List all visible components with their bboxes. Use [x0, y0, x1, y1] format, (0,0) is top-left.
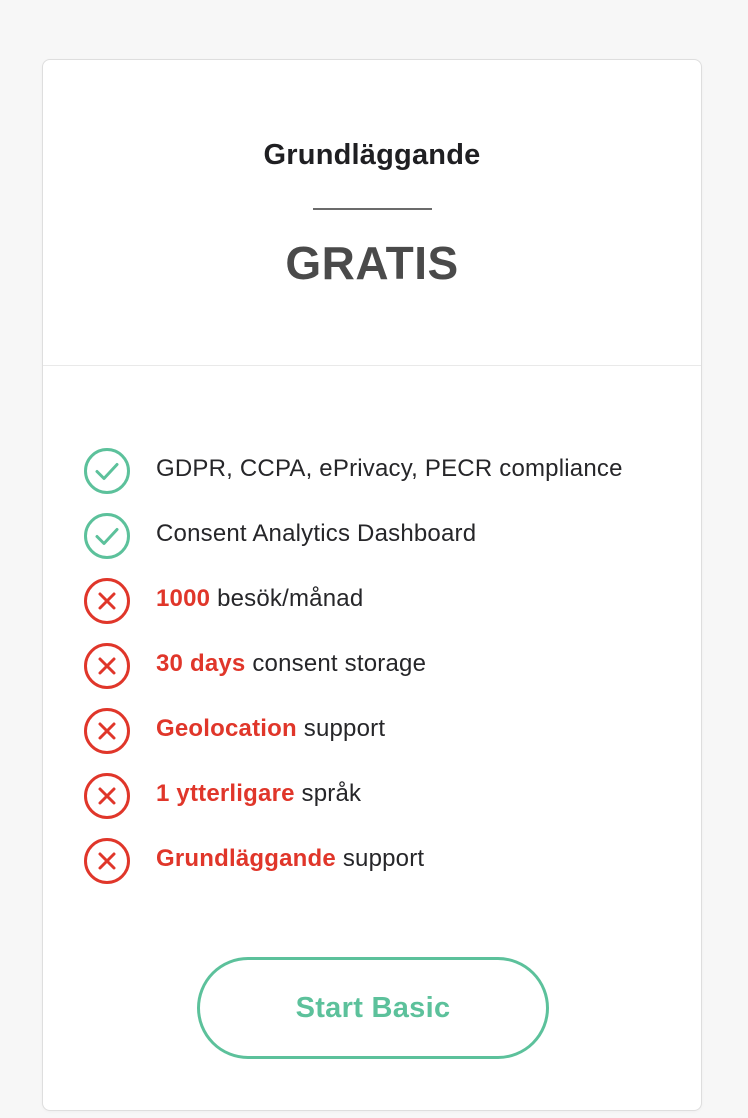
x-circle-icon	[83, 837, 131, 885]
feature-text: 1 ytterligare språk	[156, 780, 361, 808]
pricing-card-header: Grundläggande GRATIS	[43, 60, 701, 366]
feature-text: Consent Analytics Dashboard	[156, 520, 476, 548]
feature-item: 30 days consent storage	[83, 642, 683, 707]
feature-highlight: 1 ytterligare	[156, 780, 295, 807]
start-basic-button[interactable]: Start Basic	[197, 957, 549, 1059]
check-circle-icon	[83, 512, 131, 560]
feature-text: GDPR, CCPA, ePrivacy, PECR compliance	[156, 455, 623, 483]
feature-highlight: Grundläggande	[156, 845, 336, 872]
feature-item: GDPR, CCPA, ePrivacy, PECR compliance	[83, 447, 683, 512]
feature-label: Consent Analytics Dashboard	[156, 520, 477, 547]
feature-list: GDPR, CCPA, ePrivacy, PECR compliance Con…	[83, 447, 683, 902]
feature-label: språk	[294, 780, 362, 807]
feature-item: Geolocation support	[83, 707, 683, 772]
plan-price: GRATIS	[285, 237, 459, 289]
x-circle-icon	[83, 642, 131, 690]
title-divider	[313, 208, 432, 210]
feature-label: support	[296, 715, 386, 742]
feature-label: consent storage	[245, 650, 427, 677]
x-circle-icon	[83, 577, 131, 625]
feature-label: besök/månad	[210, 585, 364, 612]
feature-label: support	[335, 845, 425, 872]
feature-item: 1 ytterligare språk	[83, 772, 683, 837]
feature-item: 1000 besök/månad	[83, 577, 683, 642]
feature-highlight: Geolocation	[156, 715, 297, 742]
feature-highlight: 30 days	[156, 650, 246, 677]
feature-text: Geolocation support	[156, 715, 385, 743]
feature-label: GDPR, CCPA, ePrivacy, PECR compliance	[156, 455, 623, 482]
x-circle-icon	[83, 707, 131, 755]
feature-item: Consent Analytics Dashboard	[83, 512, 683, 577]
plan-name: Grundläggande	[263, 139, 481, 171]
feature-item: Grundläggande support	[83, 837, 683, 902]
feature-highlight: 1000	[156, 585, 211, 612]
feature-text: 1000 besök/månad	[156, 585, 363, 613]
check-circle-icon	[83, 447, 131, 495]
feature-text: Grundläggande support	[156, 845, 424, 873]
x-circle-icon	[83, 772, 131, 820]
pricing-card: Grundläggande GRATIS GDPR, CCPA, ePrivac…	[42, 59, 702, 1111]
feature-text: 30 days consent storage	[156, 650, 426, 678]
